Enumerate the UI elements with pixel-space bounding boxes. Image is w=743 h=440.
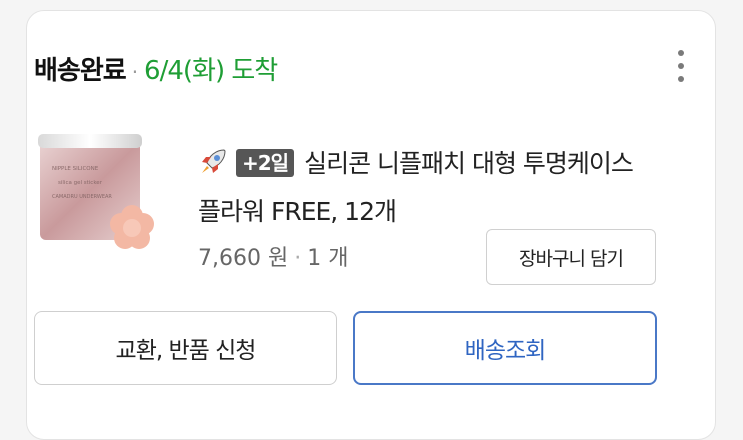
product-image[interactable]: NIPPLE SILICONE silica gel sticker CAMAD… bbox=[36, 128, 162, 254]
product-title-block[interactable]: +2일 실리콘 니플패치 대형 투명케이스 플라워 FREE, 12개 bbox=[198, 140, 658, 236]
return-exchange-button[interactable]: 교환, 반품 신청 bbox=[34, 311, 337, 385]
image-label-2: silica gel sticker bbox=[58, 180, 103, 186]
order-status: 배송완료 bbox=[34, 56, 127, 86]
arrival-date: 6/4(화) 도착 bbox=[144, 56, 278, 86]
rocket-delivery-icon bbox=[202, 149, 226, 173]
product-quantity: 1 개 bbox=[307, 246, 349, 271]
price-row: 7,660 원 · 1 개 bbox=[198, 240, 348, 272]
image-label-1: NIPPLE SILICONE bbox=[52, 166, 99, 172]
delivery-badge: +2일 bbox=[236, 149, 295, 177]
add-to-cart-button[interactable]: 장바구니 담기 bbox=[486, 229, 656, 285]
status-separator: · bbox=[131, 60, 139, 84]
more-options-icon[interactable] bbox=[669, 48, 693, 84]
product-price: 7,660 원 bbox=[198, 246, 289, 271]
track-delivery-button[interactable]: 배송조회 bbox=[353, 311, 657, 385]
order-header: 배송완료 · 6/4(화) 도착 bbox=[34, 50, 278, 87]
price-separator: · bbox=[294, 246, 302, 271]
image-label-3: CAMADRU UNDERWEAR bbox=[52, 194, 112, 200]
